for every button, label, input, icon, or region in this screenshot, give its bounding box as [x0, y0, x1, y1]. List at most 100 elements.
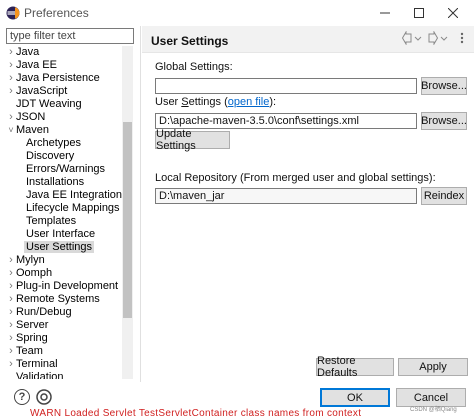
- tree-item-label: Spring: [16, 332, 48, 344]
- back-arrow-icon[interactable]: [402, 31, 412, 45]
- tree-item-templates[interactable]: Templates: [6, 215, 122, 228]
- tree-item-validation[interactable]: Validation: [6, 371, 122, 379]
- chevron-right-icon[interactable]: ›: [6, 345, 16, 358]
- maximize-button[interactable]: [402, 2, 436, 24]
- chevron-right-icon[interactable]: ›: [6, 111, 16, 124]
- tree-item-label: Installations: [26, 176, 85, 188]
- forward-menu-chevron-icon[interactable]: [440, 31, 448, 45]
- background-console-text: WARN Loaded Servlet TestServletContainer…: [30, 408, 362, 419]
- minimize-icon: [380, 12, 390, 14]
- tree-item-oomph[interactable]: › Oomph: [6, 267, 122, 280]
- tree-item-label: Remote Systems: [16, 293, 100, 305]
- tree-item-lifecycle-mappings[interactable]: Lifecycle Mappings: [6, 202, 122, 215]
- tree-item-java-ee[interactable]: › Java EE: [6, 59, 122, 72]
- tree-item-terminal[interactable]: › Terminal: [6, 358, 122, 371]
- window-title: Preferences: [24, 6, 89, 20]
- restore-defaults-button[interactable]: Restore Defaults: [316, 355, 394, 379]
- chevron-right-icon[interactable]: ›: [6, 85, 16, 98]
- tree-item-label: Templates: [26, 215, 77, 227]
- tree-item-plug-in-development[interactable]: › Plug-in Development: [6, 280, 122, 293]
- tree-item-jdt-weaving[interactable]: JDT Weaving: [6, 98, 122, 111]
- chevron-right-icon[interactable]: ›: [6, 267, 16, 280]
- chevron-right-icon[interactable]: ›: [6, 306, 16, 319]
- tree-item-json[interactable]: › JSON: [6, 111, 122, 124]
- tree-item-errors-warnings[interactable]: Errors/Warnings: [6, 163, 122, 176]
- tree-item-javascript[interactable]: › JavaScript: [6, 85, 122, 98]
- tree-item-spring[interactable]: › Spring: [6, 332, 122, 345]
- tree-item-team[interactable]: › Team: [6, 345, 122, 358]
- tree-item-label: Java Persistence: [16, 72, 100, 84]
- tree-item-label: Maven: [16, 124, 50, 136]
- forward-arrow-icon[interactable]: [428, 31, 438, 45]
- global-settings-input[interactable]: [155, 78, 417, 94]
- chevron-right-icon[interactable]: ›: [6, 293, 16, 306]
- user-settings-browse-button[interactable]: Browse...: [421, 112, 467, 130]
- view-menu-icon[interactable]: [456, 31, 468, 45]
- tree-item-mylyn[interactable]: › Mylyn: [6, 254, 122, 267]
- chevron-right-icon[interactable]: ›: [6, 72, 16, 85]
- preferences-tree: › Java › Java EE › Java Persistence › JavaScrip…: [6, 46, 122, 379]
- tree-item-label: User Interface: [26, 228, 96, 240]
- user-settings-label-prefix: User: [155, 96, 182, 108]
- tree-item-label: Terminal: [16, 358, 58, 370]
- tree-item-label: Java EE: [16, 59, 57, 71]
- tree-item-label: Server: [16, 319, 49, 331]
- reindex-button[interactable]: Reindex: [421, 187, 467, 205]
- tree-item-label: Java: [16, 46, 40, 58]
- open-file-link[interactable]: open file: [228, 96, 270, 108]
- local-repository-value: D:\maven_jar: [155, 188, 417, 204]
- import-export-icon[interactable]: [36, 389, 52, 405]
- tree-item-java[interactable]: › Java: [6, 46, 122, 59]
- pane-divider[interactable]: [140, 26, 141, 382]
- chevron-right-icon[interactable]: ›: [6, 358, 16, 371]
- tree-item-label: Mylyn: [16, 254, 45, 266]
- local-repository-label: Local Repository (From merged user and g…: [155, 172, 436, 184]
- update-settings-button[interactable]: Update Settings: [155, 128, 230, 152]
- maximize-icon: [414, 8, 424, 18]
- tree-item-label: JavaScript: [16, 85, 68, 97]
- filter-input[interactable]: [6, 28, 134, 44]
- tree-item-label: Team: [16, 345, 43, 357]
- tree-item-java-ee-integration[interactable]: Java EE Integration: [6, 189, 122, 202]
- tree-item-label: Plug-in Development: [16, 280, 119, 292]
- chevron-right-icon[interactable]: ›: [6, 332, 16, 345]
- chevron-right-icon[interactable]: ›: [6, 319, 16, 332]
- watermark: CSDN @栖Qiang: [410, 407, 457, 413]
- tree-item-user-settings[interactable]: User Settings: [6, 241, 122, 254]
- tree-item-label: JSON: [16, 111, 46, 123]
- global-settings-label: Global Settings:: [155, 61, 233, 73]
- user-settings-input[interactable]: D:\apache-maven-3.5.0\conf\settings.xml: [155, 113, 417, 129]
- tree-item-label: Lifecycle Mappings: [26, 202, 120, 214]
- tree-item-user-interface[interactable]: User Interface: [6, 228, 122, 241]
- tree-item-archetypes[interactable]: Archetypes: [6, 137, 122, 150]
- tree-item-label: Discovery: [26, 150, 75, 162]
- tree-item-label: Validation: [16, 371, 64, 379]
- global-settings-browse-button[interactable]: Browse...: [421, 77, 467, 95]
- ok-button[interactable]: OK: [320, 388, 390, 407]
- tree-item-label: Archetypes: [26, 137, 82, 149]
- tree-item-server[interactable]: › Server: [6, 319, 122, 332]
- user-settings-label-suffix: ):: [269, 96, 277, 108]
- chevron-right-icon[interactable]: ›: [6, 59, 16, 72]
- page-title: User Settings: [151, 34, 229, 48]
- chevron-right-icon[interactable]: ›: [6, 254, 16, 267]
- tree-item-label: Errors/Warnings: [26, 163, 106, 175]
- close-icon: [448, 8, 458, 18]
- tree-item-discovery[interactable]: Discovery: [6, 150, 122, 163]
- tree-scrollbar-thumb[interactable]: [123, 122, 132, 318]
- minimize-button[interactable]: [368, 2, 402, 24]
- tree-item-label: Oomph: [16, 267, 53, 279]
- close-button[interactable]: [436, 2, 470, 24]
- user-settings-label: User Settings (open file):: [155, 96, 276, 108]
- tree-item-remote-systems[interactable]: › Remote Systems: [6, 293, 122, 306]
- tree-item-maven[interactable]: ˅ Maven: [6, 124, 122, 137]
- tree-item-installations[interactable]: Installations: [6, 176, 122, 189]
- apply-button[interactable]: Apply: [398, 358, 468, 376]
- help-icon[interactable]: ?: [14, 389, 30, 405]
- tree-item-java-persistence[interactable]: › Java Persistence: [6, 72, 122, 85]
- chevron-right-icon[interactable]: ›: [6, 280, 16, 293]
- back-menu-chevron-icon[interactable]: [414, 31, 422, 45]
- chevron-down-icon[interactable]: ˅: [6, 124, 16, 137]
- chevron-right-icon[interactable]: ›: [6, 46, 16, 59]
- tree-item-run-debug[interactable]: › Run/Debug: [6, 306, 122, 319]
